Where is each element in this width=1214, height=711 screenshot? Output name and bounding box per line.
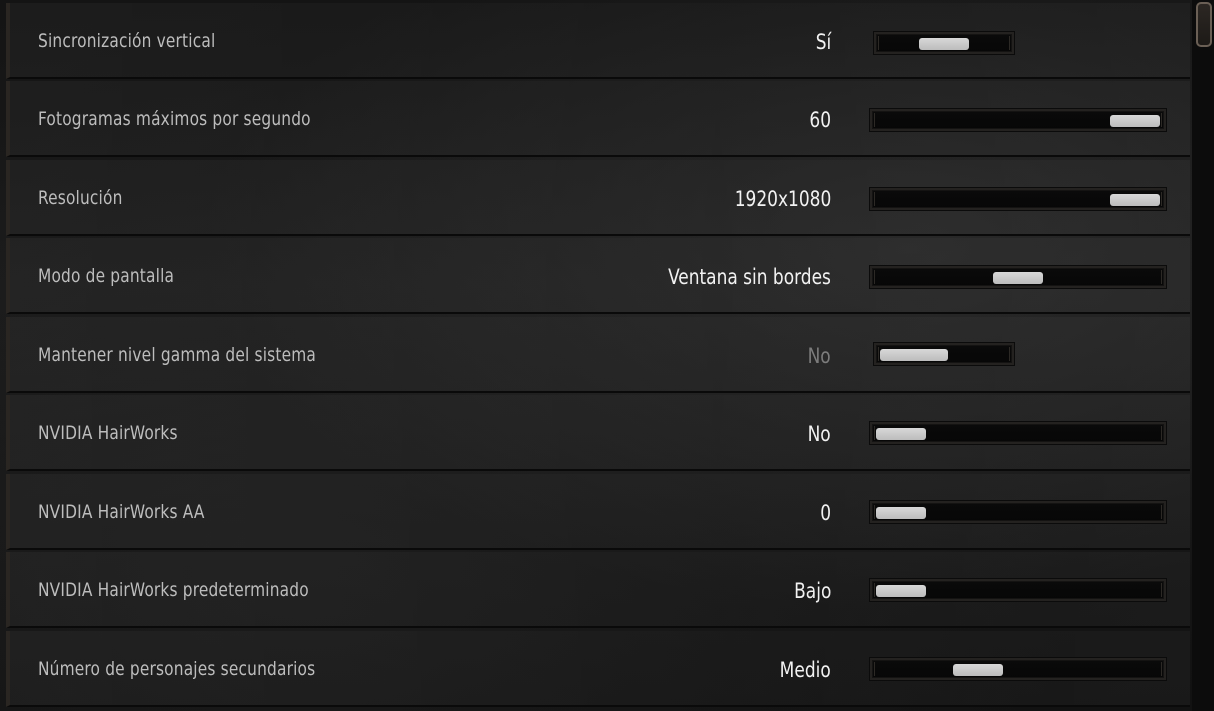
setting-row-system-gamma[interactable]: Mantener nivel gamma del sistema No	[6, 317, 1190, 393]
setting-row-resolution[interactable]: Resolución 1920x1080	[6, 160, 1190, 236]
scrollbar[interactable]	[1192, 0, 1214, 711]
slider-thumb[interactable]	[993, 272, 1043, 284]
slider-thumb[interactable]	[880, 349, 948, 361]
setting-value: No	[807, 422, 831, 446]
setting-row-hairworks-aa[interactable]: NVIDIA HairWorks AA 0	[6, 474, 1190, 550]
setting-label: Número de personajes secundarios	[38, 658, 316, 680]
option-slider[interactable]	[869, 187, 1167, 211]
option-slider[interactable]	[869, 657, 1167, 681]
setting-label: Resolución	[38, 187, 123, 209]
setting-row-hairworks-preset[interactable]: NVIDIA HairWorks predeterminado Bajo	[6, 552, 1190, 628]
setting-value: Sí	[815, 30, 831, 54]
setting-value: Medio	[779, 658, 831, 682]
settings-list: Sincronización vertical Sí Fotogramas má…	[0, 0, 1190, 711]
setting-row-npc-count[interactable]: Número de personajes secundarios Medio	[6, 631, 1190, 707]
setting-row-vsync[interactable]: Sincronización vertical Sí	[6, 3, 1190, 79]
setting-label: Modo de pantalla	[38, 265, 175, 287]
setting-row-hairworks[interactable]: NVIDIA HairWorks No	[6, 395, 1190, 471]
slider-thumb[interactable]	[953, 664, 1004, 676]
setting-value: 60	[809, 108, 831, 132]
setting-value: Ventana sin bordes	[668, 265, 831, 289]
setting-value: No	[807, 344, 831, 368]
slider-thumb[interactable]	[876, 428, 926, 440]
toggle-slider[interactable]	[873, 342, 1015, 366]
setting-label: NVIDIA HairWorks	[38, 422, 178, 444]
slider-thumb[interactable]	[919, 38, 969, 50]
setting-label: Fotogramas máximos por segundo	[38, 108, 311, 130]
option-slider[interactable]	[869, 500, 1167, 524]
option-slider[interactable]	[869, 578, 1167, 602]
setting-value: 1920x1080	[734, 187, 831, 211]
setting-value: 0	[820, 501, 831, 525]
scrollbar-thumb[interactable]	[1196, 2, 1212, 47]
slider-thumb[interactable]	[1110, 194, 1160, 206]
setting-value: Bajo	[793, 579, 831, 603]
setting-label: Sincronización vertical	[38, 30, 216, 52]
option-slider[interactable]	[869, 421, 1167, 445]
option-slider[interactable]	[869, 108, 1167, 132]
slider-thumb[interactable]	[876, 585, 926, 597]
setting-label: NVIDIA HairWorks predeterminado	[38, 579, 309, 601]
setting-label: NVIDIA HairWorks AA	[38, 501, 205, 523]
slider-thumb[interactable]	[876, 507, 926, 519]
toggle-slider[interactable]	[873, 31, 1015, 55]
setting-label: Mantener nivel gamma del sistema	[38, 344, 317, 366]
setting-row-display-mode[interactable]: Modo de pantalla Ventana sin bordes	[6, 238, 1190, 314]
setting-row-max-fps[interactable]: Fotogramas máximos por segundo 60	[6, 81, 1190, 157]
slider-thumb[interactable]	[1110, 115, 1160, 127]
option-slider[interactable]	[869, 265, 1167, 289]
